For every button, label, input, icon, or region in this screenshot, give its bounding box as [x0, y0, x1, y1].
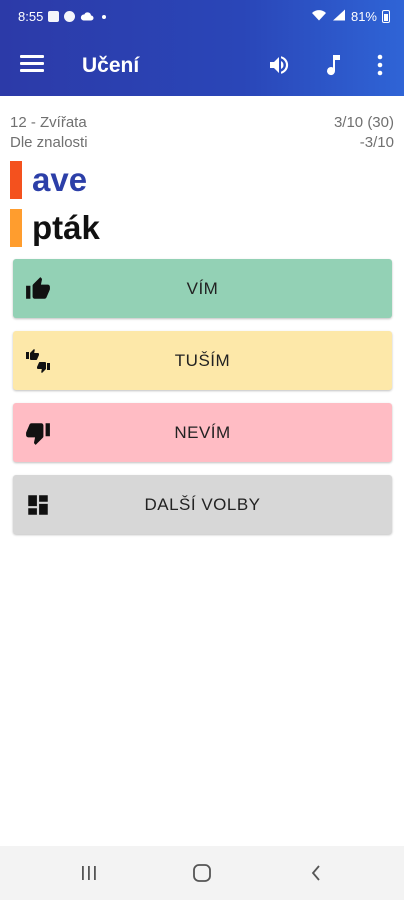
menu-icon [20, 55, 44, 58]
status-time: 8:55 [18, 9, 44, 24]
status-bar: 8:55 81% [0, 0, 404, 34]
native-word-row: pták [10, 209, 100, 247]
guess-button[interactable]: TUŠÍM [13, 331, 392, 390]
more-options-button[interactable] [366, 51, 394, 79]
lesson-progress: 3/10 (30) [333, 114, 394, 131]
volume-icon [270, 56, 289, 74]
volume-button[interactable] [265, 51, 293, 79]
native-word-marker [10, 209, 22, 247]
system-nav-bar [0, 846, 404, 900]
music-note-icon [327, 55, 340, 76]
know-button[interactable]: VÍM [13, 259, 392, 318]
status-right: 81% [311, 9, 390, 24]
music-button[interactable] [318, 51, 346, 79]
dont-know-button-label: NEVÍM [174, 423, 231, 442]
recents-button[interactable] [74, 860, 104, 886]
cloud-icon [80, 9, 94, 24]
foreign-word-marker [10, 161, 22, 199]
back-icon [311, 865, 320, 881]
more-options-answer-button[interactable]: DALŠÍ VOLBY [13, 475, 392, 534]
lesson-category: 12 - Zvířata [10, 114, 87, 131]
battery-icon [382, 10, 390, 23]
home-icon [193, 864, 211, 882]
signal-icon [332, 9, 346, 24]
back-button[interactable] [301, 860, 331, 886]
messenger-icon [64, 11, 76, 22]
menu-button[interactable] [20, 55, 44, 75]
recents-icon [82, 866, 96, 880]
native-word: pták [32, 209, 100, 246]
wifi-icon [311, 9, 327, 24]
app-bar: Učení [0, 34, 404, 96]
foreign-word-row: ave [10, 161, 87, 199]
more-options-answer-label: DALŠÍ VOLBY [144, 495, 261, 514]
gallery-icon [48, 11, 60, 22]
notification-dot-icon [102, 14, 107, 19]
know-button-label: VÍM [186, 279, 219, 298]
lesson-mode: Dle znalosti [10, 134, 88, 151]
battery-percent: 81% [350, 9, 377, 24]
home-button[interactable] [187, 860, 217, 886]
page-title: Učení [82, 54, 140, 77]
status-left: 8:55 [18, 9, 107, 24]
guess-button-label: TUŠÍM [174, 351, 231, 370]
lesson-score: -3/10 [359, 134, 394, 151]
dont-know-button[interactable]: NEVÍM [13, 403, 392, 462]
more-vert-icon [377, 54, 383, 76]
foreign-word: ave [32, 161, 88, 198]
